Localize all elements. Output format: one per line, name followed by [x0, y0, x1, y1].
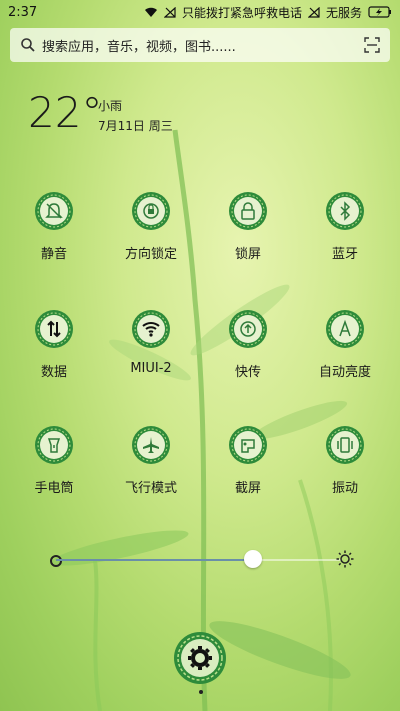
sun-icon[interactable] [336, 550, 354, 568]
weather-details: 小雨 7月11日 周三 [98, 96, 173, 136]
tile-screenshot[interactable]: 截屏 [208, 419, 288, 509]
tile-label: 方向锁定 [124, 247, 177, 262]
fast-transfer-icon [229, 310, 267, 348]
status-indicators: 只能拨打紧急呼救电话 无服务 [144, 4, 392, 21]
tile-label: 锁屏 [234, 247, 261, 262]
bell-muted-icon [35, 192, 73, 230]
tile-label: 截屏 [234, 481, 261, 496]
search-icon [21, 38, 35, 52]
page-indicator [199, 690, 203, 694]
tile-wifi[interactable]: MIUI-2 [111, 303, 191, 393]
auto-brightness-icon [326, 310, 364, 348]
tile-lock[interactable]: 锁屏 [208, 185, 288, 275]
screenshot-icon [229, 426, 267, 464]
tile-label: 蓝牙 [331, 247, 358, 262]
battery-charging-icon [368, 6, 391, 18]
tile-label: 快传 [234, 365, 261, 380]
no-service-label: 无服务 [325, 5, 362, 20]
vibrate-icon [326, 426, 364, 464]
scan-icon[interactable] [364, 37, 380, 53]
search-placeholder: 搜索应用，音乐，视频，图书...... [42, 39, 236, 55]
lock-icon [229, 192, 267, 230]
status-bar: 2:37 只能拨打紧急呼救电话 无服务 [0, 0, 400, 24]
weather-widget[interactable]: 22° 小雨 7月11日 周三 [28, 88, 173, 137]
status-time: 2:37 [8, 4, 38, 20]
tile-label: 振动 [331, 481, 358, 496]
tile-label: 手电筒 [34, 481, 74, 496]
signal-slash-icon-2 [307, 6, 320, 18]
weather-condition: 小雨 [98, 99, 123, 113]
brightness-slider[interactable] [48, 548, 368, 572]
settings-button[interactable] [172, 630, 228, 686]
brightness-thumb[interactable] [244, 550, 262, 568]
tile-label: 飞行模式 [124, 481, 177, 496]
tile-rotation-lock[interactable]: 方向锁定 [111, 185, 191, 275]
tile-label: 静音 [40, 247, 67, 262]
bluetooth-icon [326, 192, 364, 230]
search-bar[interactable]: 搜索应用，音乐，视频，图书...... [10, 28, 390, 62]
brightness-track-filled [56, 559, 252, 561]
tile-label: 自动亮度 [318, 365, 371, 380]
wifi-status-icon [144, 7, 157, 17]
weather-temperature: 22° [28, 88, 103, 137]
tile-fast-transfer[interactable]: 快传 [208, 303, 288, 393]
wifi-icon [132, 310, 170, 348]
signal-slash-icon [163, 6, 176, 18]
tile-bell-muted[interactable]: 静音 [14, 185, 94, 275]
tile-auto-brightness[interactable]: 自动亮度 [305, 303, 385, 393]
tile-label: 数据 [40, 365, 67, 380]
brightness-track-empty [252, 559, 342, 561]
flashlight-icon [35, 426, 73, 464]
rotation-lock-icon [132, 192, 170, 230]
tile-data-transfer[interactable]: 数据 [14, 303, 94, 393]
tile-label: MIUI-2 [130, 361, 172, 376]
tile-airplane[interactable]: 飞行模式 [111, 419, 191, 509]
data-transfer-icon [35, 310, 73, 348]
tile-flashlight[interactable]: 手电筒 [14, 419, 94, 509]
tile-vibrate[interactable]: 振动 [305, 419, 385, 509]
brightness-min-icon [50, 555, 62, 567]
emergency-call-note: 只能拨打紧急呼救电话 [181, 5, 302, 20]
weather-date: 7月11日 周三 [98, 119, 173, 133]
tile-bluetooth[interactable]: 蓝牙 [305, 185, 385, 275]
airplane-icon [132, 426, 170, 464]
